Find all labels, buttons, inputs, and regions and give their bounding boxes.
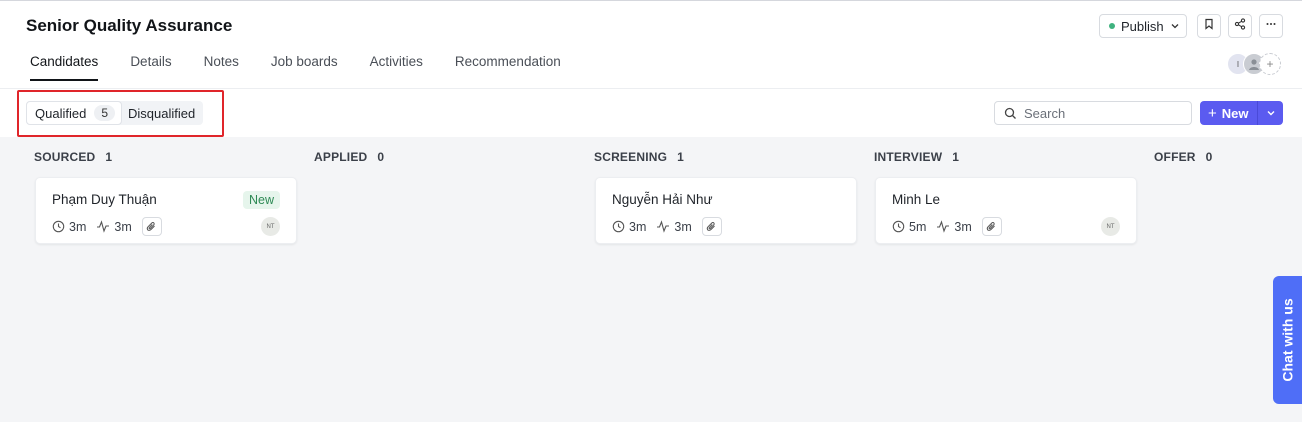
tab-recommendation[interactable]: Recommendation xyxy=(455,54,561,81)
publish-label: Publish xyxy=(1121,18,1164,34)
candidate-name[interactable]: Phạm Duy Thuận xyxy=(52,192,157,207)
activity-icon xyxy=(937,220,950,233)
column-title: INTERVIEW xyxy=(874,150,943,164)
last-activity: 3m xyxy=(656,220,692,234)
new-button[interactable]: + New xyxy=(1200,105,1257,122)
clock-icon xyxy=(612,220,625,233)
paperclip-icon xyxy=(987,222,996,231)
column-header-sourced: SOURCED 1 xyxy=(34,150,112,164)
share-button[interactable] xyxy=(1228,14,1252,38)
attachment-button[interactable] xyxy=(701,217,722,236)
qualified-tab[interactable]: Qualified 5 xyxy=(26,101,122,125)
chat-label: Chat with us xyxy=(1279,298,1296,382)
status-dot xyxy=(1109,23,1115,29)
new-dropdown-button[interactable] xyxy=(1257,101,1283,125)
qualified-label: Qualified xyxy=(35,105,87,121)
column-count: 1 xyxy=(952,150,960,164)
tab-candidates[interactable]: Candidates xyxy=(30,54,99,81)
activity-icon xyxy=(657,220,670,233)
new-badge: New xyxy=(242,191,280,209)
chevron-down-icon xyxy=(1266,106,1276,121)
pipeline-board: SOURCED 1 APPLIED 0 SCREENING 1 INTERVIE… xyxy=(0,137,1302,422)
chevron-down-icon xyxy=(1170,21,1180,31)
search-icon xyxy=(1004,107,1017,120)
card-meta: 3m 3m xyxy=(52,217,162,236)
plus-icon: + xyxy=(1208,104,1217,122)
owner-avatar[interactable]: NT xyxy=(1101,217,1120,236)
bookmark-button[interactable] xyxy=(1197,14,1221,38)
publish-button[interactable]: Publish xyxy=(1099,14,1187,38)
tab-activities[interactable]: Activities xyxy=(370,54,423,81)
search-input[interactable]: Search xyxy=(994,101,1192,125)
qualification-toggle: Qualified 5 Disqualified xyxy=(26,101,204,125)
paperclip-icon xyxy=(707,222,716,231)
column-header-applied: APPLIED 0 xyxy=(314,150,384,164)
candidate-card[interactable]: Minh Le 5m 3m NT xyxy=(875,177,1137,244)
column-header-screening: SCREENING 1 xyxy=(594,150,684,164)
clock-icon xyxy=(52,220,65,233)
qualified-count: 5 xyxy=(94,105,115,121)
page-header: Senior Quality Assurance Publish Candida… xyxy=(0,1,1302,89)
share-icon xyxy=(1234,17,1246,35)
more-icon xyxy=(1265,17,1277,35)
tab-job-boards[interactable]: Job boards xyxy=(271,54,338,81)
time-in-stage: 5m xyxy=(892,220,926,234)
card-meta: 3m 3m xyxy=(612,217,722,236)
candidate-card[interactable]: Nguyễn Hải Như 3m 3m xyxy=(595,177,857,244)
time-in-stage: 3m xyxy=(612,220,646,234)
clock-icon xyxy=(892,220,905,233)
column-count: 1 xyxy=(105,150,113,164)
tab-bar: Candidates Details Notes Job boards Acti… xyxy=(30,54,593,81)
attachment-button[interactable] xyxy=(981,217,1002,236)
bookmark-icon xyxy=(1203,17,1215,35)
activity-icon xyxy=(97,220,110,233)
candidate-card[interactable]: Phạm Duy Thuận New 3m 3m NT xyxy=(35,177,297,244)
page-title: Senior Quality Assurance xyxy=(26,16,233,35)
candidate-name[interactable]: Nguyễn Hải Như xyxy=(612,192,713,207)
column-title: SCREENING xyxy=(594,150,668,164)
team-avatars[interactable]: I + xyxy=(1227,53,1281,75)
add-member-button[interactable]: + xyxy=(1259,53,1281,75)
attachment-button[interactable] xyxy=(141,217,162,236)
column-title: APPLIED xyxy=(314,150,368,164)
plus-icon: + xyxy=(1266,57,1274,71)
column-title: SOURCED xyxy=(34,150,96,164)
column-count: 0 xyxy=(377,150,385,164)
disqualified-tab[interactable]: Disqualified xyxy=(122,101,203,125)
column-header-interview: INTERVIEW 1 xyxy=(874,150,959,164)
candidate-name[interactable]: Minh Le xyxy=(892,192,940,207)
card-meta: 5m 3m xyxy=(892,217,1002,236)
column-count: 0 xyxy=(1205,150,1213,164)
chat-widget-button[interactable]: Chat with us xyxy=(1273,276,1302,404)
paperclip-icon xyxy=(147,222,156,231)
last-activity: 3m xyxy=(96,220,132,234)
new-label: New xyxy=(1221,105,1249,121)
toolbar: Qualified 5 Disqualified Search + New xyxy=(0,89,1302,137)
column-header-offer: OFFER 0 xyxy=(1154,150,1213,164)
tab-details[interactable]: Details xyxy=(130,54,171,81)
new-button-group: + New xyxy=(1200,101,1283,125)
last-activity: 3m xyxy=(936,220,972,234)
more-button[interactable] xyxy=(1259,14,1283,38)
tab-notes[interactable]: Notes xyxy=(204,54,239,81)
owner-avatar[interactable]: NT xyxy=(261,217,280,236)
column-title: OFFER xyxy=(1154,150,1196,164)
column-count: 1 xyxy=(677,150,685,164)
time-in-stage: 3m xyxy=(52,220,86,234)
search-placeholder: Search xyxy=(1024,105,1066,121)
